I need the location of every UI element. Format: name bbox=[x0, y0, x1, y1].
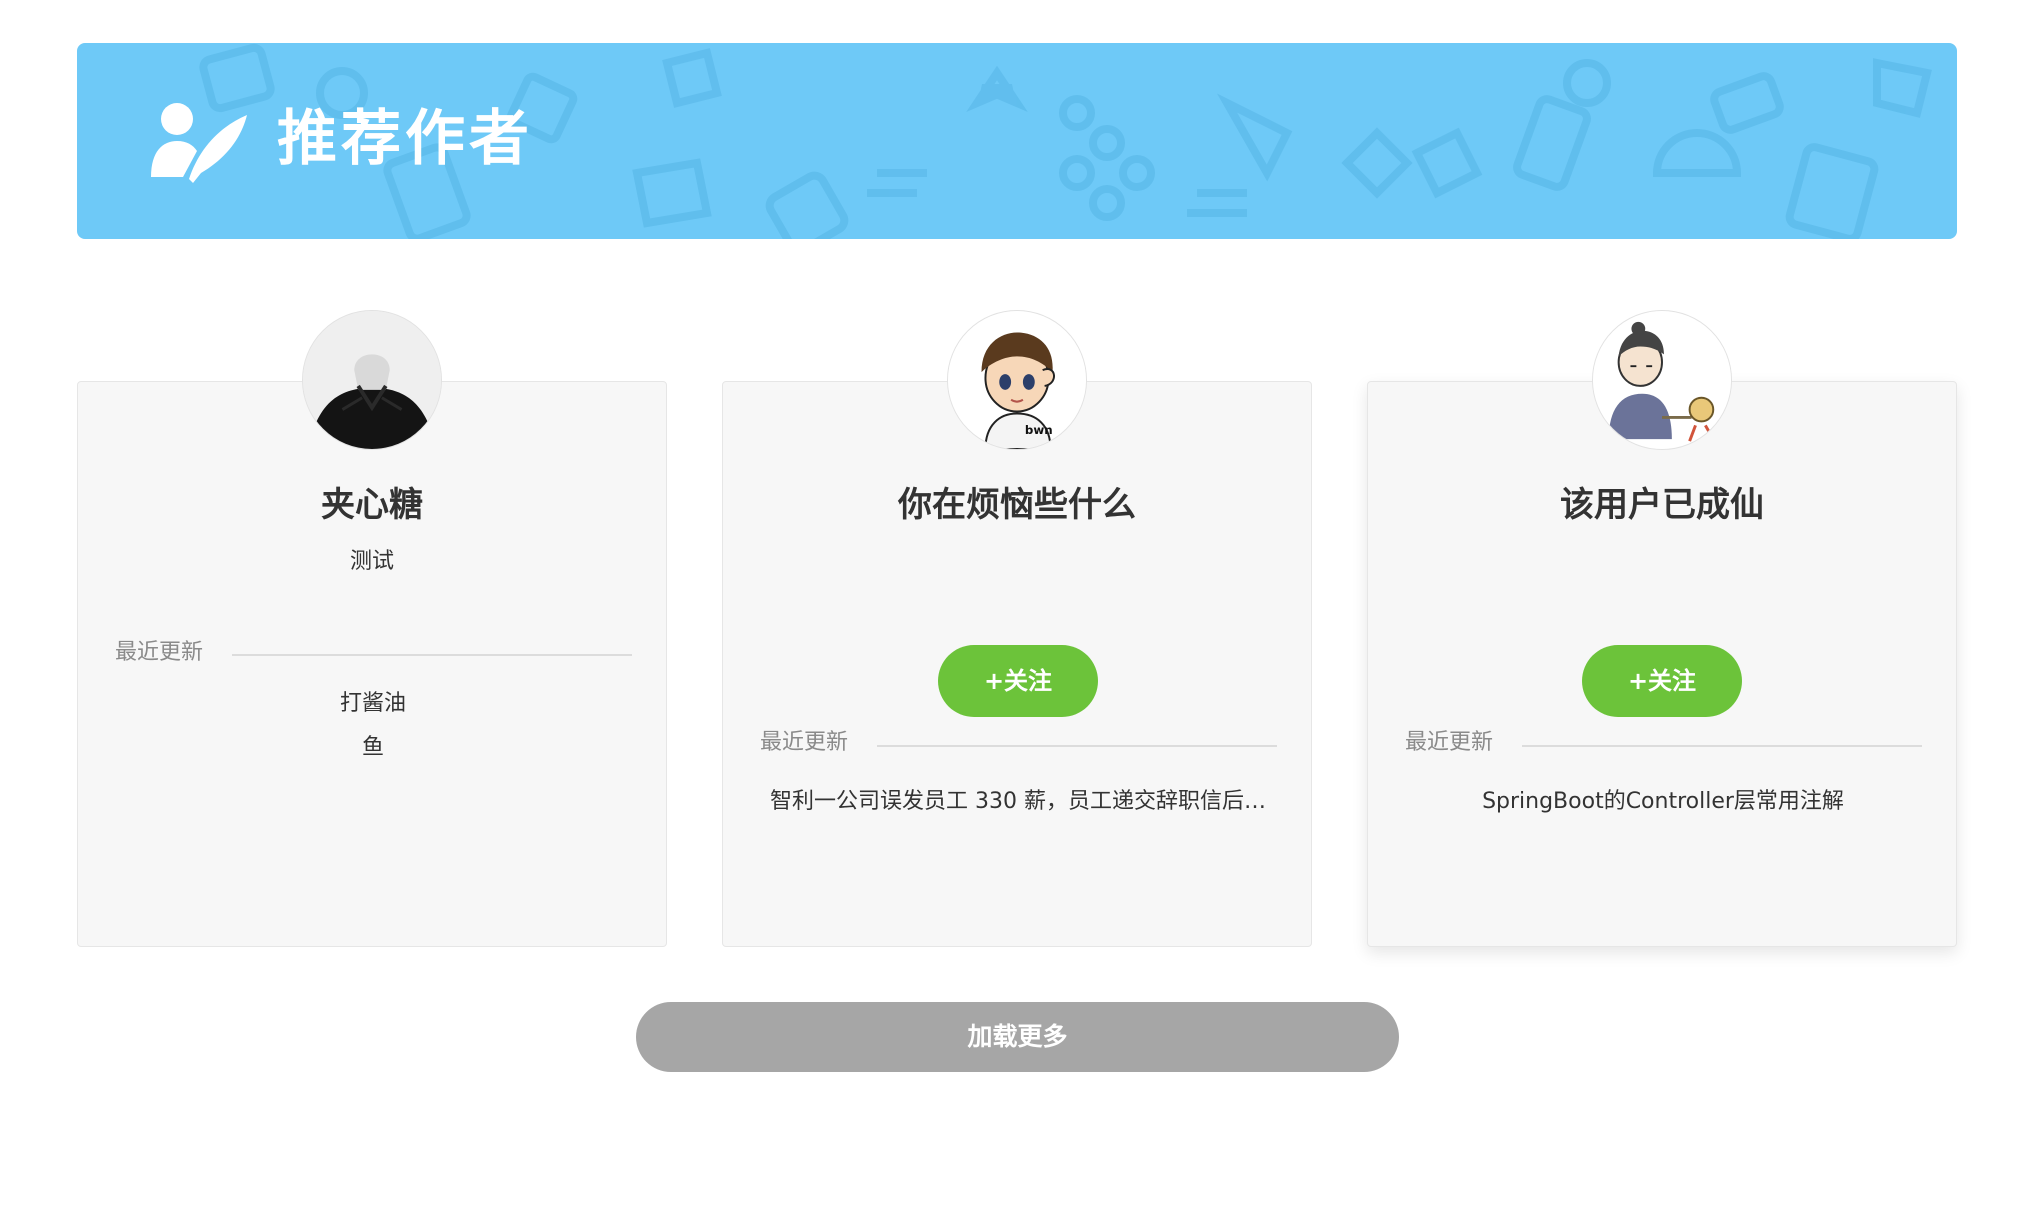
load-more-button[interactable]: 加载更多 bbox=[636, 1002, 1399, 1072]
recent-updates-label: 最近更新 bbox=[760, 730, 849, 755]
follow-button[interactable]: +关注 bbox=[1582, 645, 1742, 717]
svg-text:bwn: bwn bbox=[1025, 423, 1053, 437]
page-title: 推荐作者 bbox=[277, 104, 533, 174]
recent-article-link[interactable]: 智利一公司误发员工 330 薪，员工递交辞职信后… bbox=[760, 780, 1276, 824]
recent-article-link[interactable]: 打酱油 bbox=[78, 682, 668, 726]
follow-button[interactable]: +关注 bbox=[938, 645, 1098, 717]
divider bbox=[232, 654, 632, 656]
divider bbox=[877, 745, 1277, 747]
author-name[interactable]: 该用户已成仙 bbox=[1367, 475, 1957, 535]
author-name[interactable]: 你在烦恼些什么 bbox=[722, 475, 1312, 535]
cartoon-boy-avatar: bwn bbox=[948, 311, 1086, 449]
black-sweater-avatar bbox=[303, 311, 441, 449]
author-bio: 测试 bbox=[349, 549, 394, 574]
avatar[interactable]: bwn bbox=[947, 310, 1087, 450]
author-name[interactable]: 夹心糖 bbox=[77, 475, 667, 535]
divider bbox=[1522, 745, 1922, 747]
avatar[interactable] bbox=[302, 310, 442, 450]
recommended-authors-banner: 推荐作者 bbox=[77, 43, 1957, 239]
author-feather-icon bbox=[151, 103, 247, 183]
author-card: 最近更新 打酱油 鱼 bbox=[77, 381, 667, 947]
recent-updates-label: 最近更新 bbox=[115, 640, 204, 665]
recent-article-link[interactable]: SpringBoot的Controller层常用注解 bbox=[1405, 780, 1921, 824]
cartoon-monk-avatar bbox=[1593, 311, 1731, 449]
recent-article-link[interactable]: 鱼 bbox=[78, 726, 668, 770]
recent-updates-label: 最近更新 bbox=[1405, 730, 1494, 755]
avatar[interactable] bbox=[1592, 310, 1732, 450]
